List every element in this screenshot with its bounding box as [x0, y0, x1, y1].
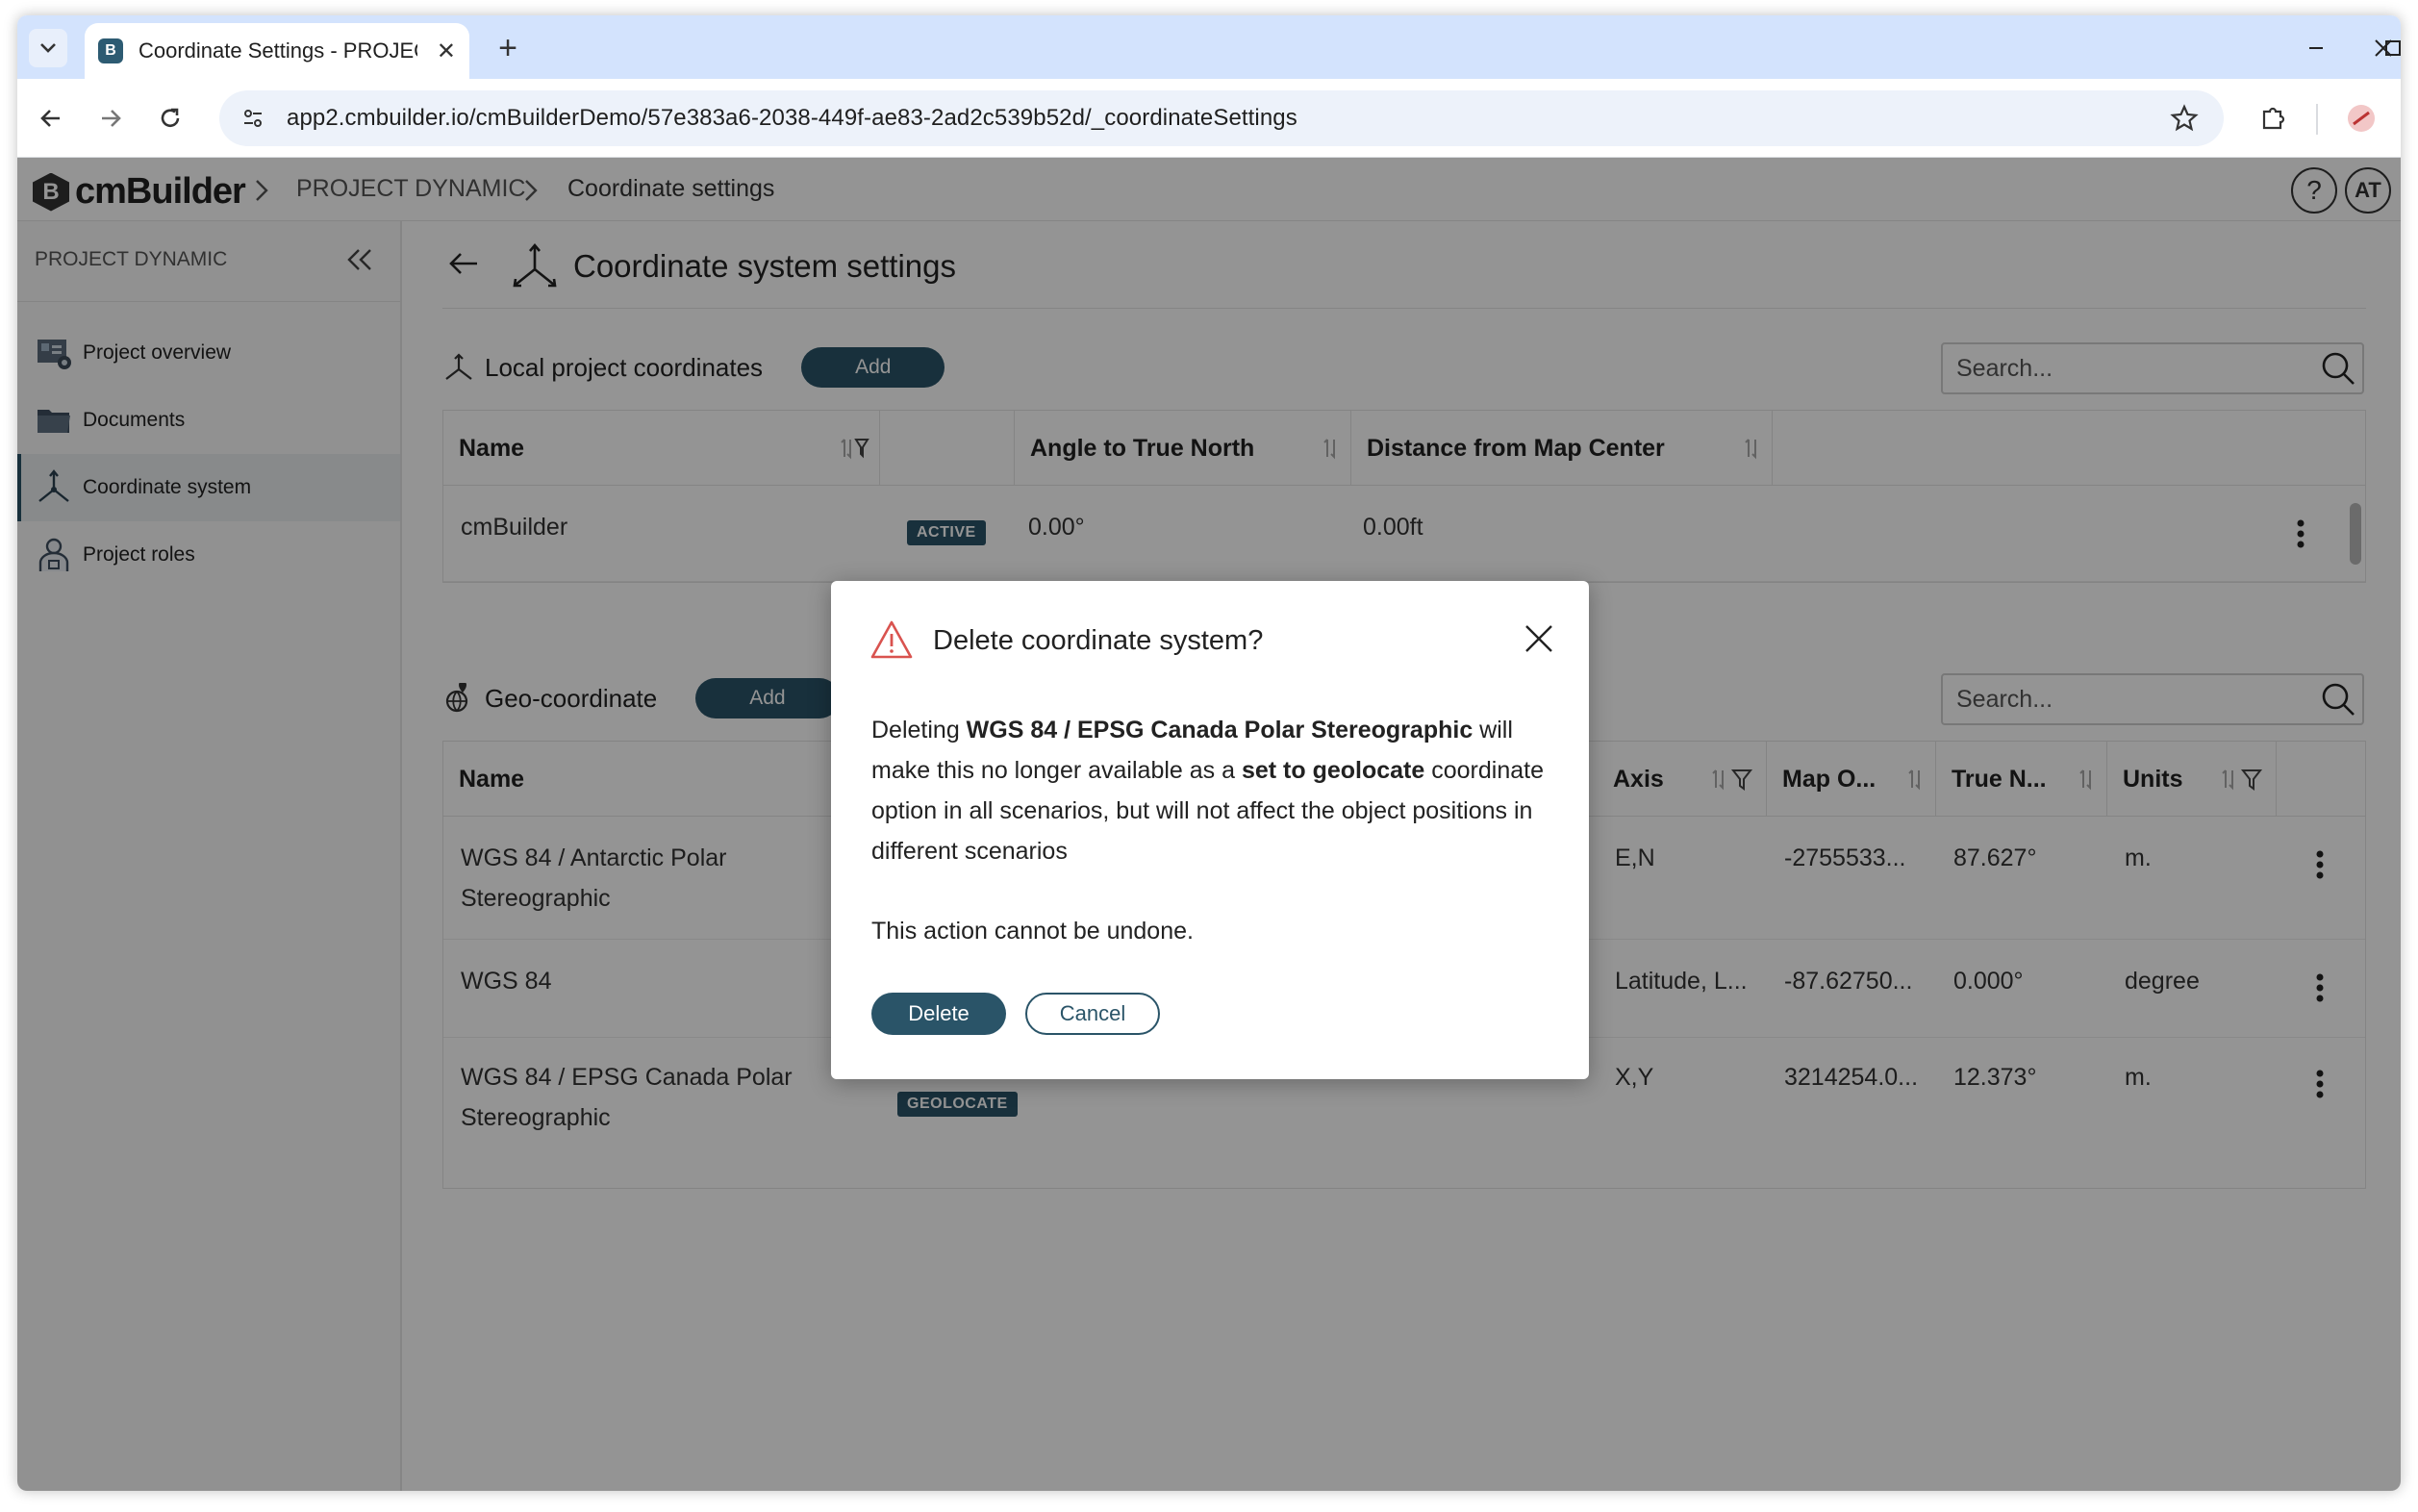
dialog-text: Deleting [871, 717, 967, 743]
new-tab-button[interactable]: + [489, 29, 527, 67]
url-text: app2.cmbuilder.io/cmBuilderDemo/57e383a6… [287, 105, 1297, 131]
tab-title: Coordinate Settings - PROJECT [139, 38, 417, 63]
dialog-warning-note: This action cannot be undone. [871, 918, 1194, 945]
minimize-icon [2309, 47, 2323, 49]
tab-strip: B Coordinate Settings - PROJECT ✕ + [17, 15, 2401, 79]
dialog-title: Delete coordinate system? [933, 625, 1264, 656]
chevron-down-icon [40, 43, 56, 53]
window-close-button[interactable] [2360, 31, 2401, 65]
site-info-icon[interactable] [239, 104, 267, 133]
tab-close-icon[interactable]: ✕ [437, 38, 456, 65]
dialog-close-icon[interactable] [1520, 619, 1558, 658]
extensions-button[interactable] [2253, 98, 2293, 139]
toolbar-divider [2316, 104, 2318, 135]
address-bar[interactable]: app2.cmbuilder.io/cmBuilderDemo/57e383a6… [219, 90, 2224, 146]
bookmark-star-icon[interactable] [2170, 104, 2199, 138]
favicon-icon: B [98, 38, 123, 63]
profile-avatar-icon [2348, 105, 2375, 132]
arrow-left-icon [40, 110, 60, 127]
dialog-item-name: WGS 84 / EPSG Canada Polar Stereographic [966, 717, 1473, 743]
reload-icon [161, 108, 180, 127]
close-icon [2375, 39, 2392, 57]
forward-button[interactable] [90, 98, 131, 139]
dialog-emphasis: set to geolocate [1241, 757, 1425, 784]
dialog-message: Deleting WGS 84 / EPSG Canada Polar Ster… [871, 710, 1554, 871]
puzzle-icon [2262, 107, 2285, 130]
delete-button[interactable]: Delete [871, 993, 1006, 1035]
cancel-button[interactable]: Cancel [1025, 993, 1160, 1035]
minimize-button[interactable] [2293, 31, 2339, 65]
profile-button[interactable] [2341, 98, 2381, 139]
browser-tab[interactable]: B Coordinate Settings - PROJECT ✕ [85, 23, 469, 79]
delete-dialog: Delete coordinate system? Deleting WGS 8… [831, 581, 1589, 1079]
warning-icon [869, 619, 914, 660]
reload-button[interactable] [150, 98, 190, 139]
browser-toolbar: app2.cmbuilder.io/cmBuilderDemo/57e383a6… [17, 79, 2401, 158]
arrow-right-icon [102, 110, 121, 127]
browser-window: B Coordinate Settings - PROJECT ✕ + app2… [17, 15, 2401, 1491]
tab-search-button[interactable] [29, 29, 67, 67]
back-button[interactable] [31, 98, 71, 139]
